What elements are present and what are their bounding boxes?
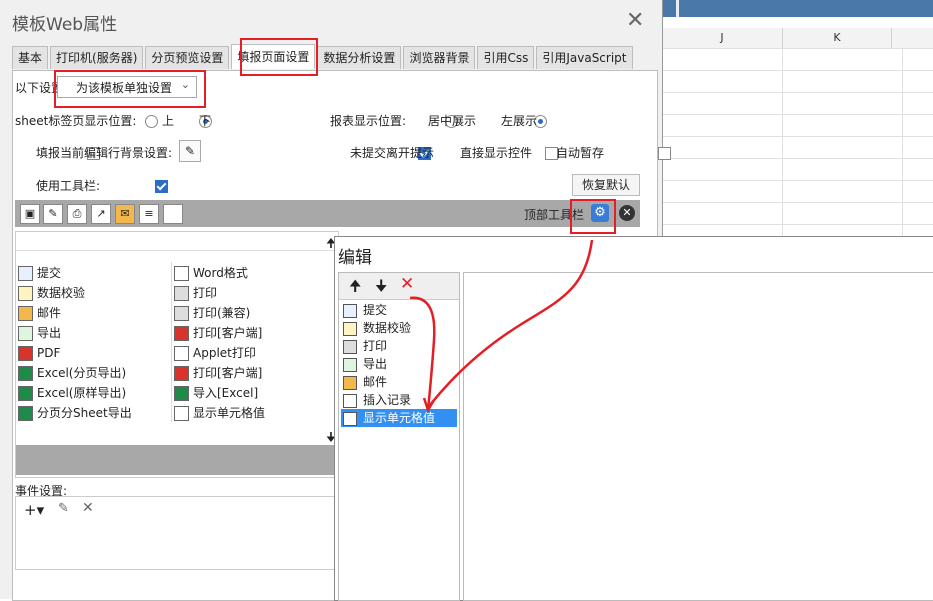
annotation-overlay [409, 239, 594, 413]
annotation-curve [429, 239, 594, 406]
annotation-bracket [409, 296, 436, 411]
